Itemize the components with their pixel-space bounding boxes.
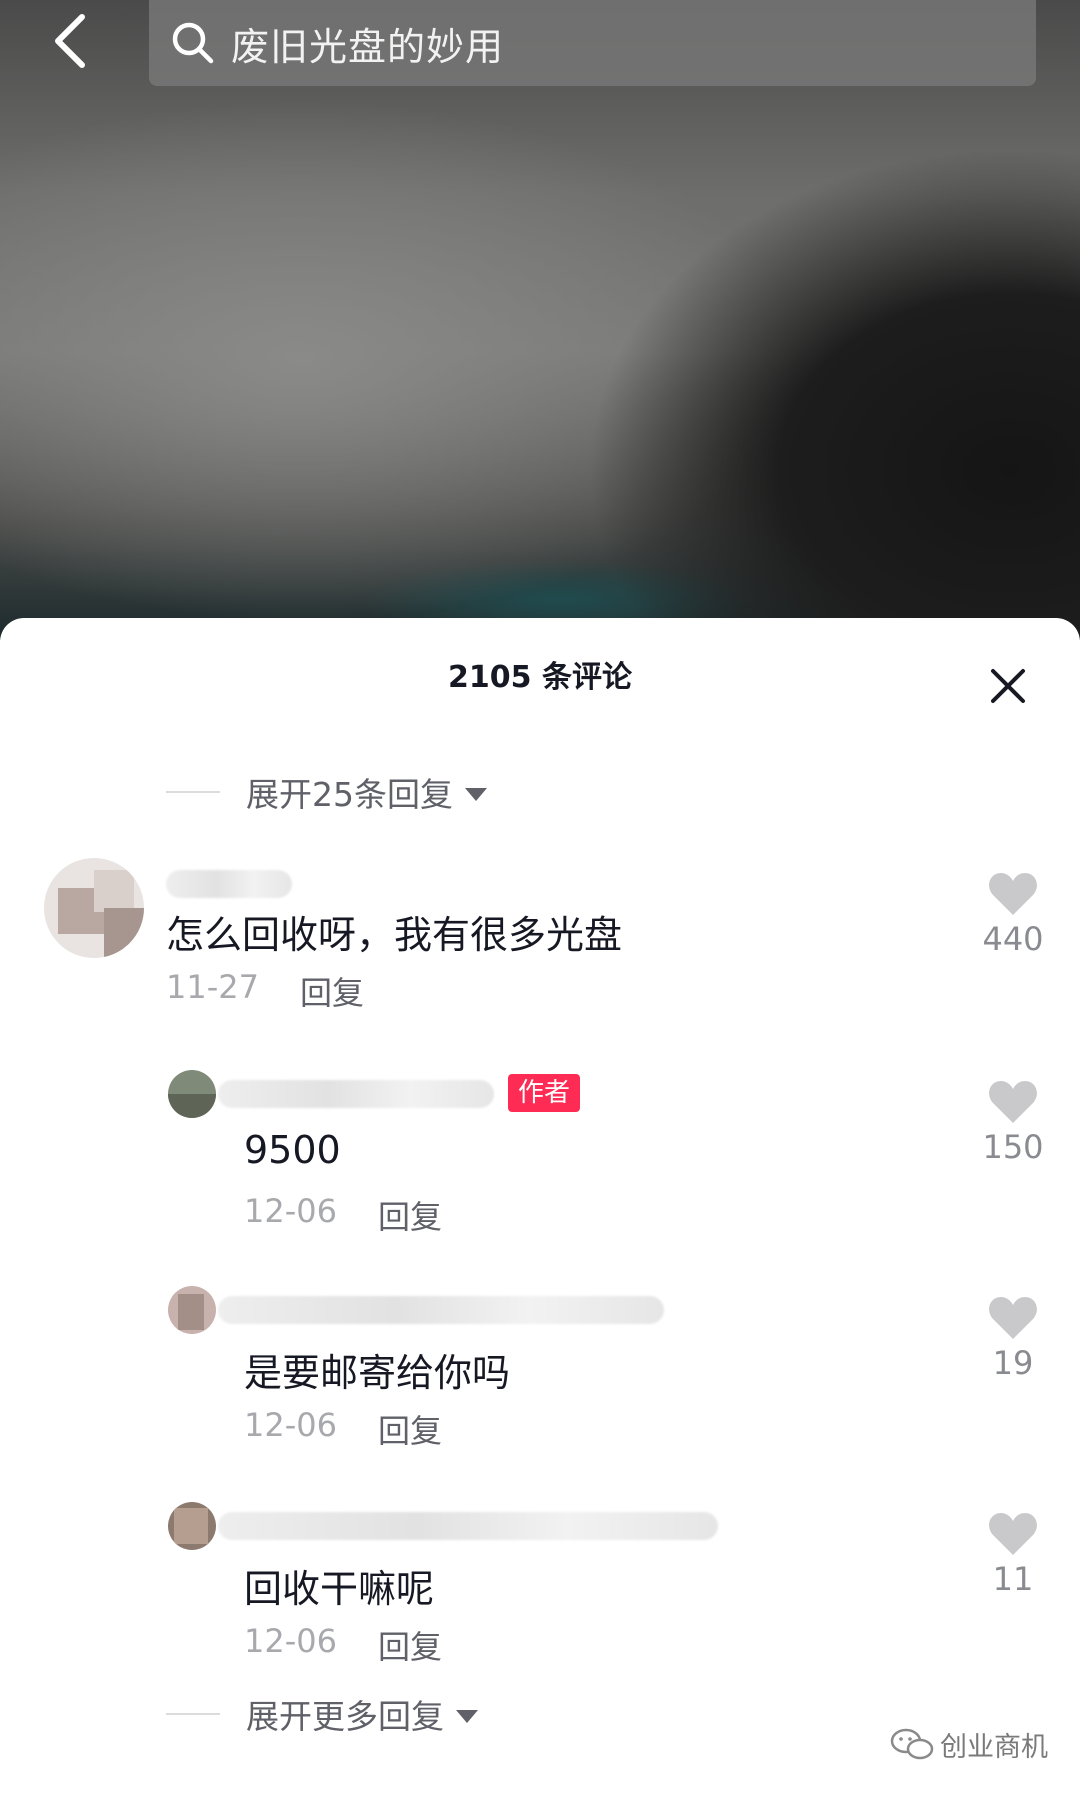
author-badge: 作者: [508, 1074, 581, 1112]
caret-down-icon: [465, 787, 487, 801]
back-button[interactable]: [40, 6, 100, 76]
heart-icon: [989, 1081, 1037, 1123]
comment-date: 12-06: [244, 1192, 337, 1230]
like-button[interactable]: 150: [968, 1080, 1058, 1166]
heart-icon: [989, 1513, 1037, 1555]
username[interactable]: [218, 1296, 664, 1324]
like-count: 11: [992, 1560, 1034, 1598]
comment-text: 9500: [244, 1128, 341, 1172]
like-count: 440: [982, 920, 1044, 958]
avatar[interactable]: [168, 1070, 216, 1118]
search-icon: [169, 19, 217, 67]
like-button[interactable]: 440: [968, 872, 1058, 958]
reply-button[interactable]: 回复: [378, 1622, 442, 1668]
watermark-text: 创业商机: [940, 1732, 1048, 1763]
search-query: 废旧光盘的妙用: [231, 24, 505, 69]
like-count: 150: [982, 1128, 1044, 1166]
comment-date: 11-27: [166, 968, 259, 1006]
wechat-icon: [890, 1728, 934, 1759]
caret-down-icon: [456, 1709, 478, 1723]
like-button[interactable]: 19: [968, 1296, 1058, 1382]
expand-replies-label: 展开25条回复: [246, 775, 453, 814]
reply-button[interactable]: 回复: [300, 968, 364, 1014]
close-icon: [991, 669, 1025, 703]
username[interactable]: [166, 870, 292, 898]
avatar[interactable]: [168, 1286, 216, 1334]
expand-more-replies-label: 展开更多回复: [246, 1697, 444, 1736]
like-count: 19: [992, 1344, 1034, 1382]
heart-icon: [989, 1297, 1037, 1339]
close-button[interactable]: [980, 658, 1036, 714]
expand-replies-button[interactable]: 展开25条回复: [166, 768, 487, 816]
reply-button[interactable]: 回复: [378, 1192, 442, 1238]
video-background: [0, 0, 1080, 640]
comment-date: 12-06: [244, 1622, 337, 1660]
search-bar[interactable]: 废旧光盘的妙用: [149, 0, 1036, 86]
divider-line: [166, 1713, 220, 1715]
divider-line: [166, 791, 220, 793]
username[interactable]: [218, 1080, 494, 1108]
username[interactable]: [218, 1512, 718, 1540]
reply-button[interactable]: 回复: [378, 1406, 442, 1452]
watermark: 创业商机: [890, 1725, 1048, 1764]
comments-sheet: 2105 条评论 展开25条回复 怎么回收呀，我有很多光盘 11-27 回复 4…: [0, 618, 1080, 1802]
avatar[interactable]: [44, 858, 144, 958]
expand-more-replies-button[interactable]: 展开更多回复: [166, 1690, 478, 1738]
comment-text: 回收干嘛呢: [244, 1567, 435, 1611]
avatar[interactable]: [168, 1502, 216, 1550]
comment-text: 是要邮寄给你吗: [244, 1351, 511, 1395]
comment-text: 怎么回收呀，我有很多光盘: [166, 913, 623, 957]
heart-icon: [989, 873, 1037, 915]
like-button[interactable]: 11: [968, 1512, 1058, 1598]
comment-date: 12-06: [244, 1406, 337, 1444]
back-arrow-icon: [55, 14, 85, 68]
comments-count-title: 2105 条评论: [448, 660, 632, 695]
